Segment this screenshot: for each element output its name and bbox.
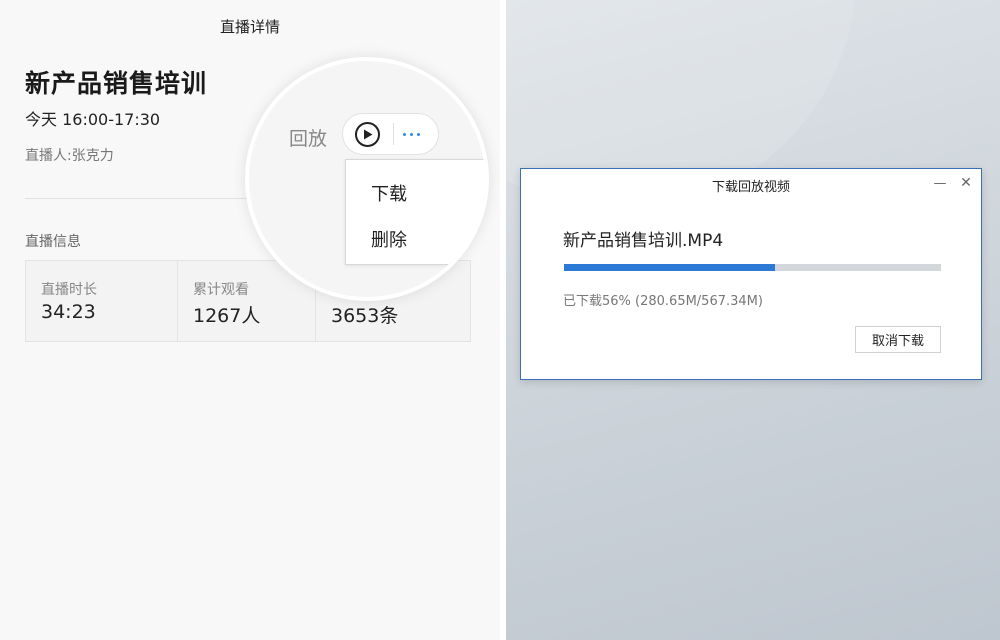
stat-value: 3653条 — [331, 305, 399, 327]
pill-separator — [393, 123, 394, 145]
cancel-download-button[interactable]: 取消下载 — [855, 326, 941, 353]
live-time: 今天 16:00-17:30 — [25, 110, 161, 129]
stat-value: 34:23 — [41, 301, 96, 323]
live-title: 新产品销售培训 — [25, 69, 208, 98]
download-progress-fill — [564, 264, 776, 271]
dialog-title: 下载回放视频 — [711, 180, 790, 195]
more-dots-icon[interactable] — [403, 132, 420, 136]
page-title: 直播详情 — [219, 18, 280, 36]
menu-item-delete[interactable]: 删除 — [371, 226, 407, 252]
download-file-name: 新产品销售培训.MP4 — [563, 231, 724, 251]
download-progress-bar — [564, 264, 941, 271]
live-detail-panel: 直播详情 新产品销售培训 今天 16:00-17:30 直播人:张克力 直播信息… — [0, 0, 500, 640]
live-host: 直播人:张克力 — [25, 148, 114, 164]
stat-label: 累计观看 — [193, 282, 249, 298]
download-progress-text: 已下载56% (280.65M/567.34M) — [563, 294, 763, 309]
close-icon[interactable]: ✕ — [957, 174, 975, 192]
replay-label: 回放 — [289, 128, 328, 150]
replay-dropdown-menu: 下载 删除 — [345, 159, 485, 265]
minimize-icon[interactable]: — — [931, 174, 949, 192]
magnifier-callout: 回放 下载 删除 — [245, 57, 489, 301]
menu-item-download[interactable]: 下载 — [371, 180, 407, 206]
play-circle-icon[interactable] — [355, 121, 380, 147]
replay-action-pill — [342, 113, 439, 155]
stat-value: 1267人 — [193, 305, 261, 327]
stat-cell-duration: 直播时长 34:23 — [26, 261, 178, 341]
download-dialog: 下载回放视频 — ✕ 新产品销售培训.MP4 已下载56% (280.65M/5… — [520, 168, 982, 380]
divider — [25, 198, 255, 199]
stat-label: 直播时长 — [41, 282, 97, 298]
section-label-live-info: 直播信息 — [25, 234, 81, 250]
